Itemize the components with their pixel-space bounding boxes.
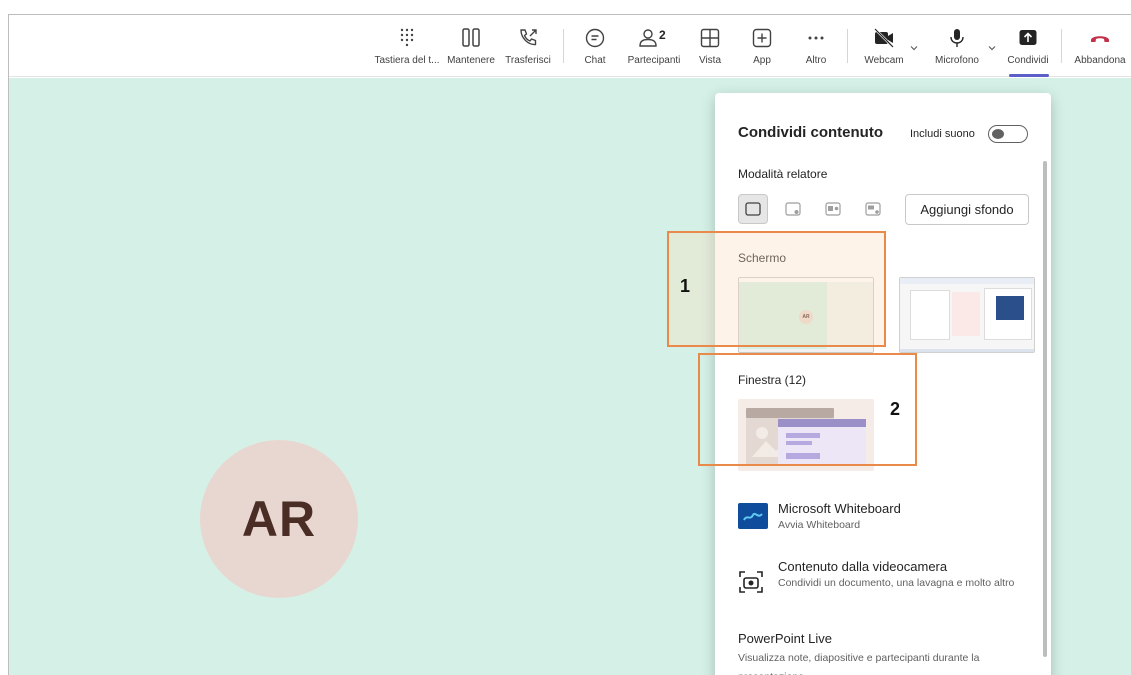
toolbar-divider [847, 29, 848, 63]
presenter-mode-standout[interactable] [778, 194, 808, 224]
participants-button[interactable]: Partecipanti [623, 15, 685, 77]
leave-label: Abbandona [1074, 55, 1126, 66]
teams-meeting-window: Tastiera del t... Mantenere Trasferisci … [8, 14, 1131, 675]
callout-number-2: 2 [890, 399, 901, 419]
pause-icon [462, 28, 480, 47]
screen-2-thumbnail[interactable] [899, 277, 1035, 353]
share-panel-title: Condividi contenuto [738, 124, 883, 141]
microphone-icon [950, 29, 964, 47]
include-sound-label: Includi suono [910, 128, 975, 140]
thumb-image [996, 296, 1024, 320]
meeting-toolbar: Tastiera del t... Mantenere Trasferisci … [9, 15, 1131, 77]
dialpad-button[interactable]: Tastiera del t... [371, 15, 443, 77]
webcam-button[interactable]: Webcam [859, 15, 909, 77]
callout-box-2 [698, 353, 917, 466]
hold-button[interactable]: Mantenere [443, 15, 499, 77]
thumb-doc-page [910, 290, 950, 340]
dialpad-icon [400, 28, 414, 47]
transfer-label: Trasferisci [505, 55, 551, 66]
chat-icon [585, 28, 605, 48]
chat-button[interactable]: Chat [577, 15, 613, 77]
thumb-doc-highlight [952, 292, 980, 336]
microphone-button[interactable]: Microfono [927, 15, 987, 77]
hold-label: Mantenere [447, 55, 495, 66]
chat-label: Chat [584, 55, 606, 66]
people-icon [639, 29, 657, 47]
callout-number-1: 1 [680, 276, 691, 296]
include-sound-toggle[interactable] [988, 125, 1028, 143]
more-icon [808, 36, 824, 40]
leave-button[interactable]: Abbandona [1071, 15, 1129, 77]
transfer-button[interactable]: Trasferisci [499, 15, 557, 77]
apps-button[interactable]: App [745, 15, 779, 77]
standout-icon [785, 202, 801, 216]
powerpoint-live-title: PowerPoint Live [738, 631, 832, 646]
view-label: Vista [698, 55, 722, 66]
presenter-mode-side-by-side[interactable] [818, 194, 848, 224]
more-button[interactable]: Altro [797, 15, 835, 77]
powerpoint-live-subtitle: Visualizza note, diapositive e partecipa… [738, 652, 980, 675]
side-by-side-icon [825, 202, 841, 216]
participant-avatar: AR [200, 440, 358, 598]
whiteboard-icon [738, 503, 768, 529]
panel-scrollbar[interactable] [1043, 161, 1047, 657]
camera-content-title: Contenuto dalla videocamera [778, 559, 948, 574]
whiteboard-title: Microsoft Whiteboard [778, 501, 901, 516]
share-screen-icon [1019, 30, 1037, 45]
camera-content-subtitle: Condividi un documento, una lavagna e mo… [778, 577, 1015, 589]
more-label: Altro [805, 55, 827, 66]
share-label: Condividi [1007, 55, 1049, 66]
share-active-indicator [1009, 74, 1049, 77]
camera-content-icon [739, 571, 763, 593]
microphone-label: Microfono [935, 55, 979, 66]
participants-count: 2 [659, 28, 666, 42]
share-button[interactable]: Condividi [1003, 15, 1053, 77]
participants-label: Partecipanti [627, 55, 681, 66]
thumb-taskbar [900, 349, 1034, 352]
dialpad-label: Tastiera del t... [374, 55, 440, 66]
whiteboard-subtitle: Avvia Whiteboard [778, 519, 861, 531]
add-background-button[interactable]: Aggiungi sfondo [905, 194, 1029, 225]
microphone-options-chevron-icon[interactable] [987, 43, 997, 53]
avatar-initials: AR [241, 491, 317, 547]
reporter-icon [865, 202, 881, 216]
add-app-icon [752, 28, 772, 48]
presenter-mode-label: Modalità relatore [738, 167, 828, 181]
thumb-ribbon [900, 278, 1034, 284]
apps-label: App [753, 55, 771, 66]
camera-off-icon [874, 28, 894, 48]
hang-up-icon [1091, 36, 1109, 42]
webcam-label: Webcam [864, 55, 904, 66]
grid-view-icon [700, 28, 720, 48]
presenter-mode-content-only[interactable] [738, 194, 768, 224]
toolbar-divider [1061, 29, 1062, 63]
toolbar-divider [563, 29, 564, 63]
content-only-icon [745, 202, 761, 216]
webcam-options-chevron-icon[interactable] [909, 43, 919, 53]
view-button[interactable]: Vista [691, 15, 729, 77]
presenter-mode-reporter[interactable] [858, 194, 888, 224]
callout-box-1 [667, 231, 886, 347]
call-transfer-icon [520, 29, 537, 46]
